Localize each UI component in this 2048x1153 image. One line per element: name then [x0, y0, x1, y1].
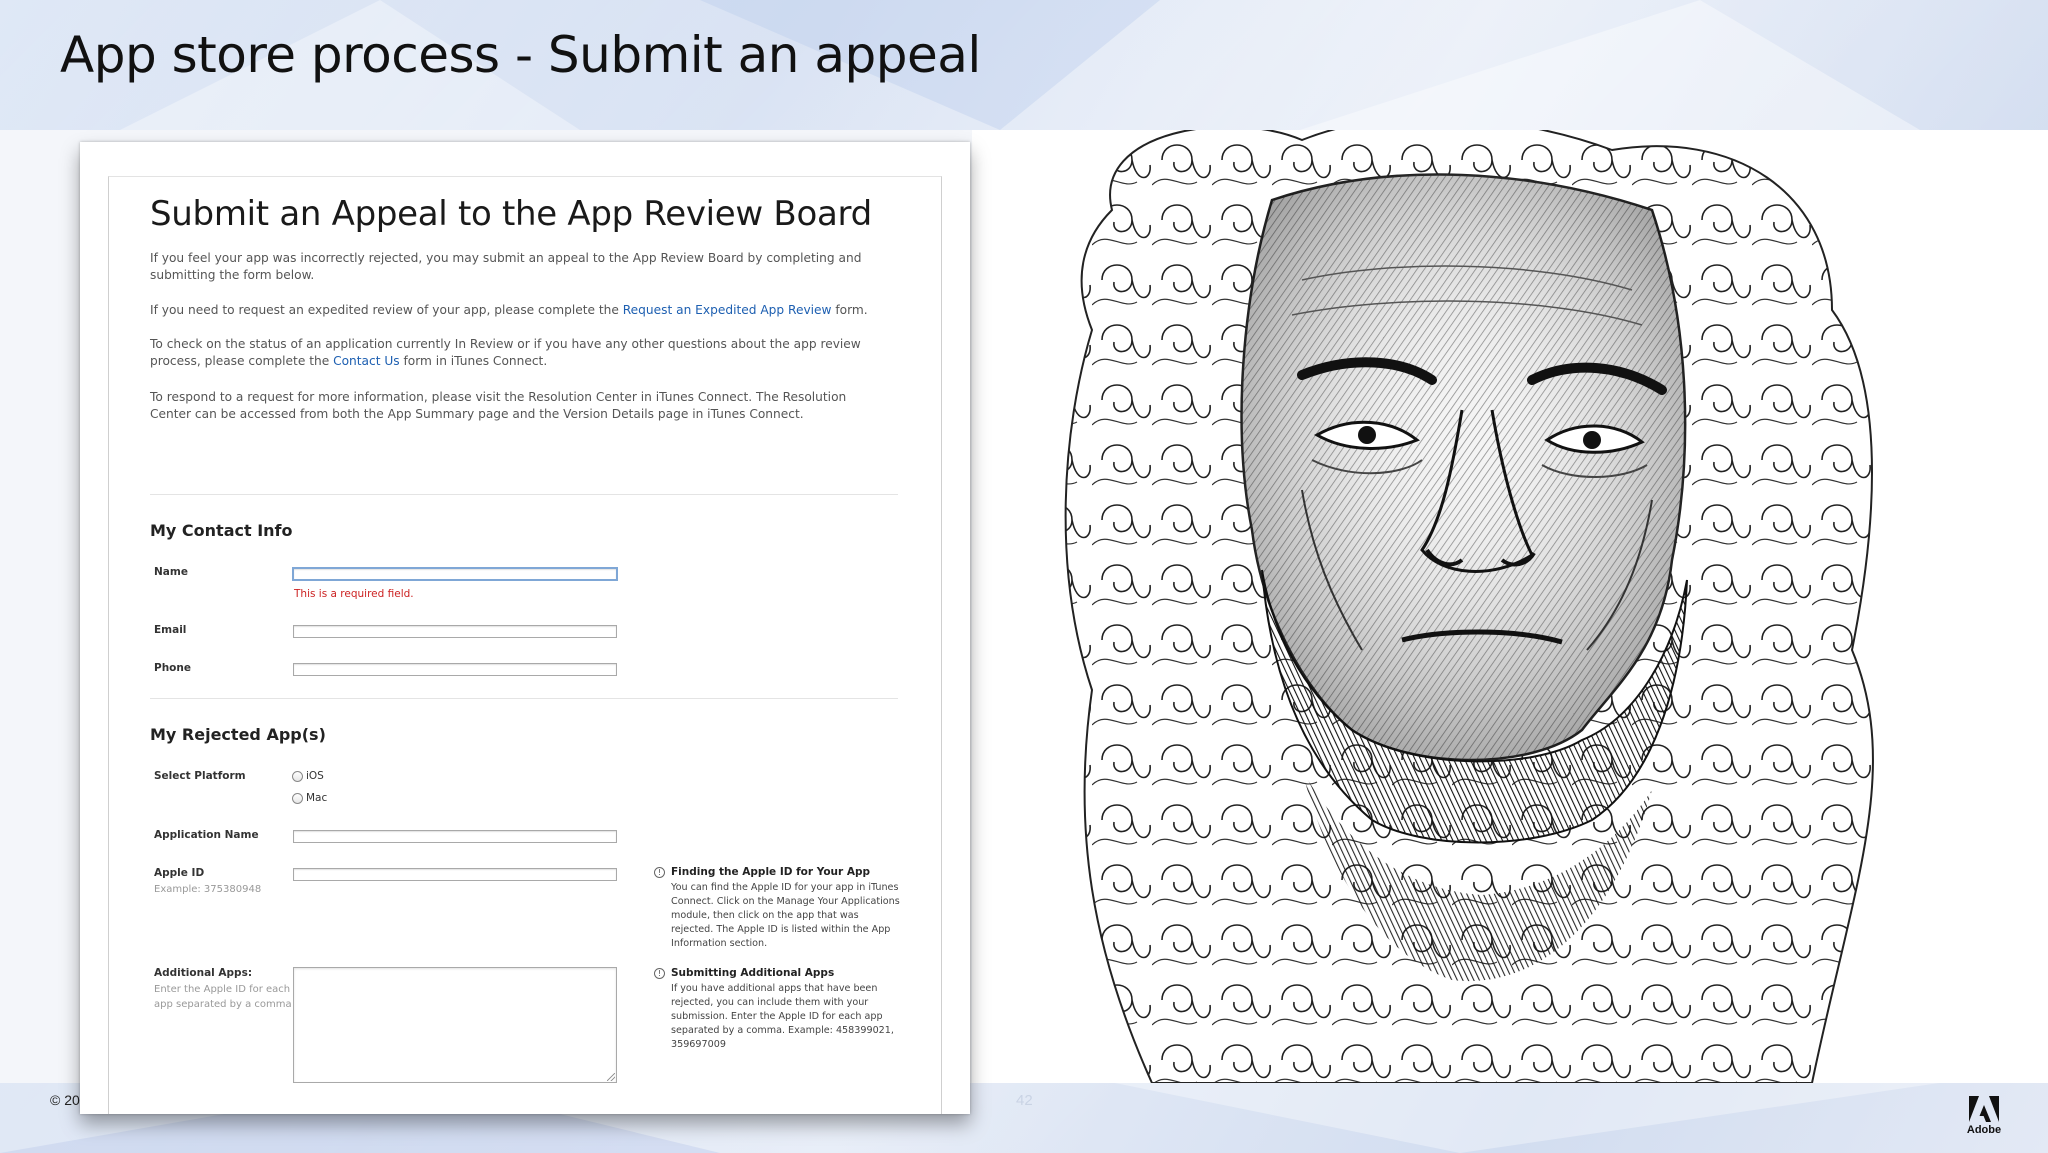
name-input[interactable]: [292, 567, 618, 581]
info-icon: !: [654, 867, 665, 878]
background-facet: [1100, 1080, 1960, 1153]
phone-label: Phone: [154, 662, 191, 674]
info-icon: !: [654, 968, 665, 979]
ios-radio-label: iOS: [306, 770, 324, 782]
judge-portrait-illustration: [1064, 130, 1874, 1083]
copyright-text: © 20: [50, 1092, 80, 1108]
apple-id-help-title: Finding the Apple ID for Your App: [671, 866, 871, 878]
apple-id-input[interactable]: [293, 868, 617, 881]
rejected-apps-heading: My Rejected App(s): [150, 725, 326, 744]
page-number: 42: [1016, 1092, 1033, 1109]
name-error-message: This is a required field.: [294, 588, 414, 600]
contact-text-after: form in iTunes Connect.: [399, 354, 548, 368]
name-label: Name: [154, 566, 188, 578]
background-facet: [1300, 0, 1920, 130]
phone-input[interactable]: [293, 663, 617, 676]
expedited-text-before: If you need to request an expedited revi…: [150, 303, 623, 317]
mac-radio-button[interactable]: [292, 792, 303, 804]
adobe-logo-icon: [1969, 1096, 1999, 1122]
platform-option-ios[interactable]: iOS: [292, 769, 324, 783]
intro-paragraph: If you feel your app was incorrectly rej…: [150, 251, 862, 282]
additional-apps-label: Additional Apps:: [154, 967, 253, 979]
contact-info-heading: My Contact Info: [150, 521, 293, 540]
apple-id-help-body: You can find the Apple ID for your app i…: [671, 882, 900, 949]
application-name-input[interactable]: [293, 830, 617, 843]
contact-us-link[interactable]: Contact Us: [333, 354, 400, 368]
ios-radio-button[interactable]: [292, 770, 303, 782]
resize-grip-icon[interactable]: [607, 1073, 615, 1081]
expedited-review-paragraph: If you need to request an expedited revi…: [150, 302, 880, 319]
apple-id-hint: Example: 375380948: [154, 884, 262, 895]
form-title: Submit an Appeal to the App Review Board: [150, 194, 872, 234]
contact-us-paragraph: To check on the status of an application…: [150, 336, 880, 370]
adobe-logo-text: Adobe: [1966, 1124, 2002, 1136]
platform-option-mac[interactable]: Mac: [292, 791, 327, 805]
judge-portrait-image: [972, 130, 2048, 1083]
apple-id-label: Apple ID: [154, 867, 205, 879]
additional-apps-hint: Enter the Apple ID for each app separate…: [154, 984, 292, 1010]
adobe-logo: Adobe: [1962, 1096, 2006, 1136]
mac-radio-label: Mac: [306, 792, 328, 804]
appeal-form-screenshot: Submit an Appeal to the App Review Board…: [80, 142, 970, 1114]
email-input[interactable]: [293, 625, 617, 638]
application-name-label: Application Name: [154, 829, 259, 841]
slide-title: App store process - Submit an appeal: [60, 26, 981, 84]
resolution-center-paragraph: To respond to a request for more informa…: [150, 390, 847, 421]
additional-apps-help-title: Submitting Additional Apps: [671, 967, 835, 979]
additional-apps-textarea[interactable]: [293, 967, 617, 1083]
additional-apps-help-body: If you have additional apps that have be…: [671, 983, 894, 1050]
select-platform-label: Select Platform: [154, 770, 246, 782]
expedited-text-after: form.: [831, 303, 868, 317]
expedited-review-link[interactable]: Request an Expedited App Review: [623, 303, 832, 317]
section-divider: [150, 698, 898, 699]
section-divider: [150, 494, 898, 495]
email-label: Email: [154, 624, 187, 636]
